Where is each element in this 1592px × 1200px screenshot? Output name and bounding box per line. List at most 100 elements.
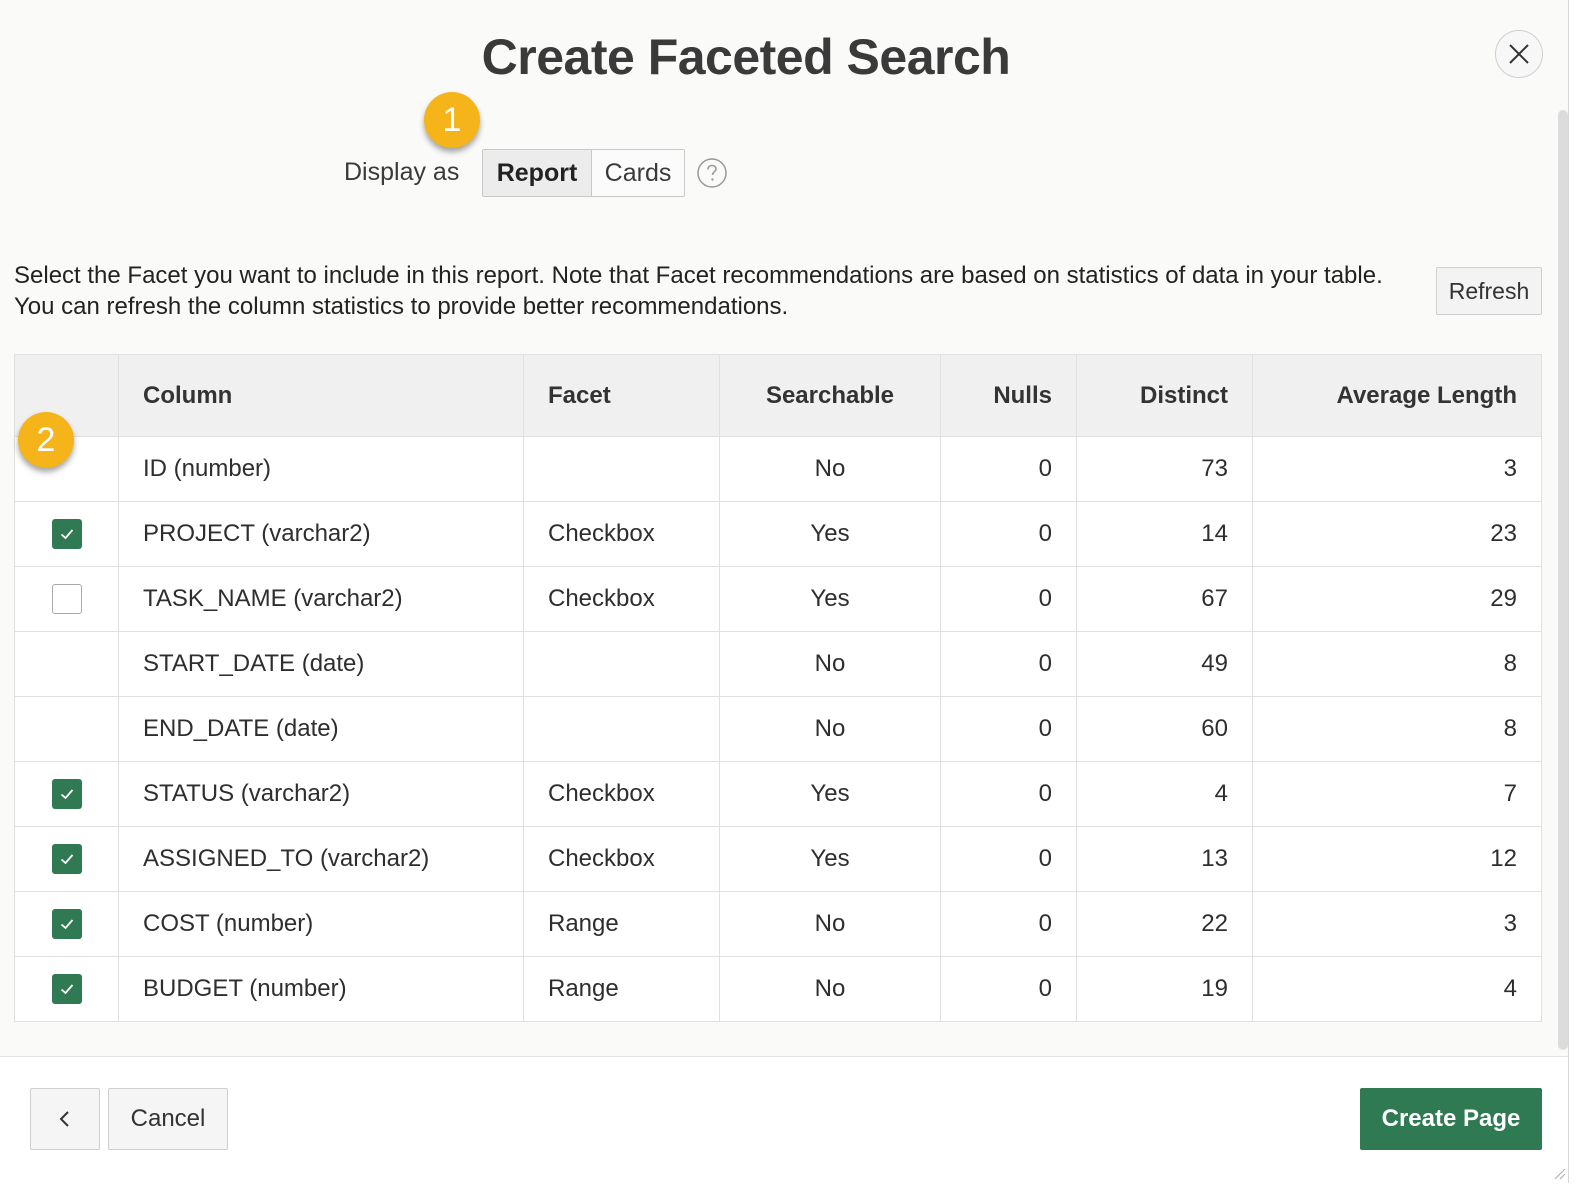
facet-checkbox-checked[interactable] bbox=[51, 519, 82, 549]
create-page-button[interactable]: Create Page bbox=[1360, 1088, 1542, 1150]
cell-distinct: 67 bbox=[1076, 566, 1253, 632]
cell-column: START_DATE (date) bbox=[118, 631, 524, 697]
cell-column: ASSIGNED_TO (varchar2) bbox=[118, 826, 524, 892]
cell-searchable: No bbox=[719, 891, 941, 957]
cell-facet: Range bbox=[523, 956, 720, 1022]
header-distinct: Distinct bbox=[1076, 354, 1253, 437]
header-average-length: Average Length bbox=[1252, 354, 1542, 437]
cell-average-length: 8 bbox=[1252, 696, 1542, 762]
cell-facet bbox=[523, 436, 720, 502]
check-icon bbox=[60, 854, 73, 865]
dialog-footer: Cancel Create Page bbox=[0, 1056, 1568, 1183]
cancel-button[interactable]: Cancel bbox=[108, 1088, 228, 1150]
cell-select bbox=[14, 956, 119, 1022]
description-text: Select the Facet you want to include in … bbox=[14, 260, 1414, 322]
facet-checkbox-checked[interactable] bbox=[51, 779, 82, 809]
cell-facet: Range bbox=[523, 891, 720, 957]
table-row: COST (number) Range No 0 22 3 bbox=[14, 891, 1542, 957]
facet-checkbox-checked[interactable] bbox=[51, 974, 82, 1004]
table-body: ID (number) No 0 73 3 PROJECT (varchar2) Check… bbox=[14, 436, 1542, 1022]
cell-distinct: 22 bbox=[1076, 891, 1253, 957]
cell-average-length: 3 bbox=[1252, 891, 1542, 957]
table-row: STATUS (varchar2) Checkbox Yes 0 4 7 bbox=[14, 761, 1542, 827]
chevron-left-icon bbox=[59, 1111, 69, 1127]
cell-average-length: 12 bbox=[1252, 826, 1542, 892]
header-searchable: Searchable bbox=[719, 354, 941, 437]
display-as-option-cards[interactable]: Cards bbox=[592, 150, 684, 196]
check-icon bbox=[60, 919, 73, 930]
cell-select bbox=[14, 696, 119, 762]
cell-facet bbox=[523, 631, 720, 697]
dialog-title: Create Faceted Search bbox=[481, 29, 1011, 85]
table-row: START_DATE (date) No 0 49 8 bbox=[14, 631, 1542, 697]
cell-column: ID (number) bbox=[118, 436, 524, 502]
cell-column: END_DATE (date) bbox=[118, 696, 524, 762]
description-line-1: Select the Facet you want to include in … bbox=[14, 262, 1383, 289]
close-button[interactable] bbox=[1495, 30, 1543, 78]
table-row: ID (number) No 0 73 3 bbox=[14, 436, 1542, 502]
cell-column: BUDGET (number) bbox=[118, 956, 524, 1022]
cell-searchable: Yes bbox=[719, 566, 941, 632]
cell-column: STATUS (varchar2) bbox=[118, 761, 524, 827]
cell-facet bbox=[523, 696, 720, 762]
close-icon bbox=[1509, 44, 1529, 64]
cell-distinct: 13 bbox=[1076, 826, 1253, 892]
cell-select bbox=[14, 566, 119, 632]
cell-nulls: 0 bbox=[940, 826, 1077, 892]
cell-average-length: 8 bbox=[1252, 631, 1542, 697]
cell-searchable: No bbox=[719, 956, 941, 1022]
table-row: END_DATE (date) No 0 60 8 bbox=[14, 696, 1542, 762]
create-faceted-search-dialog: Create Faceted Search 1 Display as Repor… bbox=[0, 0, 1569, 1183]
cell-nulls: 0 bbox=[940, 956, 1077, 1022]
cell-searchable: No bbox=[719, 631, 941, 697]
header-column: Column bbox=[118, 354, 524, 437]
refresh-button[interactable]: Refresh bbox=[1436, 267, 1542, 315]
scrollbar[interactable] bbox=[1558, 110, 1568, 1050]
table-header-row: Column Facet Searchable Nulls Distinct A… bbox=[14, 354, 1542, 437]
cell-facet: Checkbox bbox=[523, 501, 720, 567]
cell-facet: Checkbox bbox=[523, 566, 720, 632]
facet-checkbox-checked[interactable] bbox=[51, 844, 82, 874]
cell-distinct: 4 bbox=[1076, 761, 1253, 827]
back-button[interactable] bbox=[30, 1088, 100, 1150]
display-as-toggle: Report Cards bbox=[482, 149, 685, 197]
cell-nulls: 0 bbox=[940, 501, 1077, 567]
facet-checkbox-unchecked[interactable] bbox=[51, 584, 82, 614]
help-button[interactable] bbox=[697, 158, 727, 188]
callout-marker-1: 1 bbox=[424, 92, 480, 148]
cell-searchable: Yes bbox=[719, 501, 941, 567]
cell-select bbox=[14, 501, 119, 567]
description-line-2: You can refresh the column statistics to… bbox=[14, 293, 789, 320]
header-nulls: Nulls bbox=[940, 354, 1077, 437]
display-as-option-report[interactable]: Report bbox=[483, 150, 592, 196]
check-icon bbox=[60, 984, 73, 995]
cell-average-length: 23 bbox=[1252, 501, 1542, 567]
cell-average-length: 29 bbox=[1252, 566, 1542, 632]
resize-grip-icon[interactable] bbox=[1552, 1166, 1566, 1180]
cell-nulls: 0 bbox=[940, 436, 1077, 502]
cell-average-length: 3 bbox=[1252, 436, 1542, 502]
cell-nulls: 0 bbox=[940, 696, 1077, 762]
cell-average-length: 7 bbox=[1252, 761, 1542, 827]
cell-searchable: Yes bbox=[719, 826, 941, 892]
cell-facet: Checkbox bbox=[523, 761, 720, 827]
cell-distinct: 49 bbox=[1076, 631, 1253, 697]
help-icon bbox=[697, 158, 727, 188]
table-row: ASSIGNED_TO (varchar2) Checkbox Yes 0 13 12 bbox=[14, 826, 1542, 892]
cell-searchable: No bbox=[719, 696, 941, 762]
callout-marker-2: 2 bbox=[18, 412, 74, 468]
cell-searchable: No bbox=[719, 436, 941, 502]
cell-distinct: 14 bbox=[1076, 501, 1253, 567]
cell-nulls: 0 bbox=[940, 566, 1077, 632]
cell-distinct: 19 bbox=[1076, 956, 1253, 1022]
cell-select bbox=[14, 826, 119, 892]
cell-column: PROJECT (varchar2) bbox=[118, 501, 524, 567]
cell-distinct: 73 bbox=[1076, 436, 1253, 502]
check-icon bbox=[60, 529, 73, 540]
facet-checkbox-checked[interactable] bbox=[51, 909, 82, 939]
cell-nulls: 0 bbox=[940, 761, 1077, 827]
table-row: PROJECT (varchar2) Checkbox Yes 0 14 23 bbox=[14, 501, 1542, 567]
facet-columns-table: Column Facet Searchable Nulls Distinct A… bbox=[14, 354, 1542, 1022]
cell-searchable: Yes bbox=[719, 761, 941, 827]
cell-select bbox=[14, 631, 119, 697]
